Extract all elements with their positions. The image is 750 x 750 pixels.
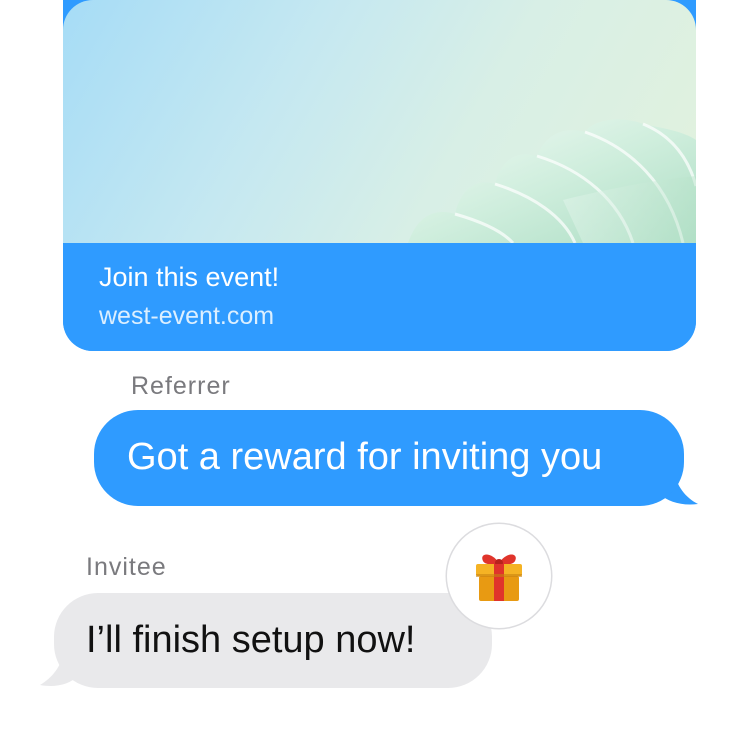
wave-artwork	[408, 119, 696, 243]
link-title: Join this event!	[99, 262, 280, 292]
sender-name-invitee: Invitee	[86, 553, 167, 581]
link-preview-card[interactable]: Join this event! west-event.com	[63, 0, 696, 351]
reaction-badge[interactable]	[447, 524, 551, 628]
message-text: I’ll finish setup now!	[86, 619, 416, 661]
gift-icon	[476, 554, 522, 601]
message-text: Got a reward for inviting you	[127, 436, 603, 478]
message-bubble-outgoing[interactable]: Got a reward for inviting you	[94, 410, 684, 506]
sender-name-referrer: Referrer	[131, 372, 231, 400]
link-preview-info[interactable]: Join this event! west-event.com	[63, 243, 696, 351]
chat-screen: Join this event! west-event.com Referrer…	[0, 0, 750, 750]
message-bubble-incoming[interactable]: I’ll finish setup now!	[54, 593, 492, 688]
link-preview-image	[63, 0, 696, 243]
link-url[interactable]: west-event.com	[99, 302, 274, 331]
